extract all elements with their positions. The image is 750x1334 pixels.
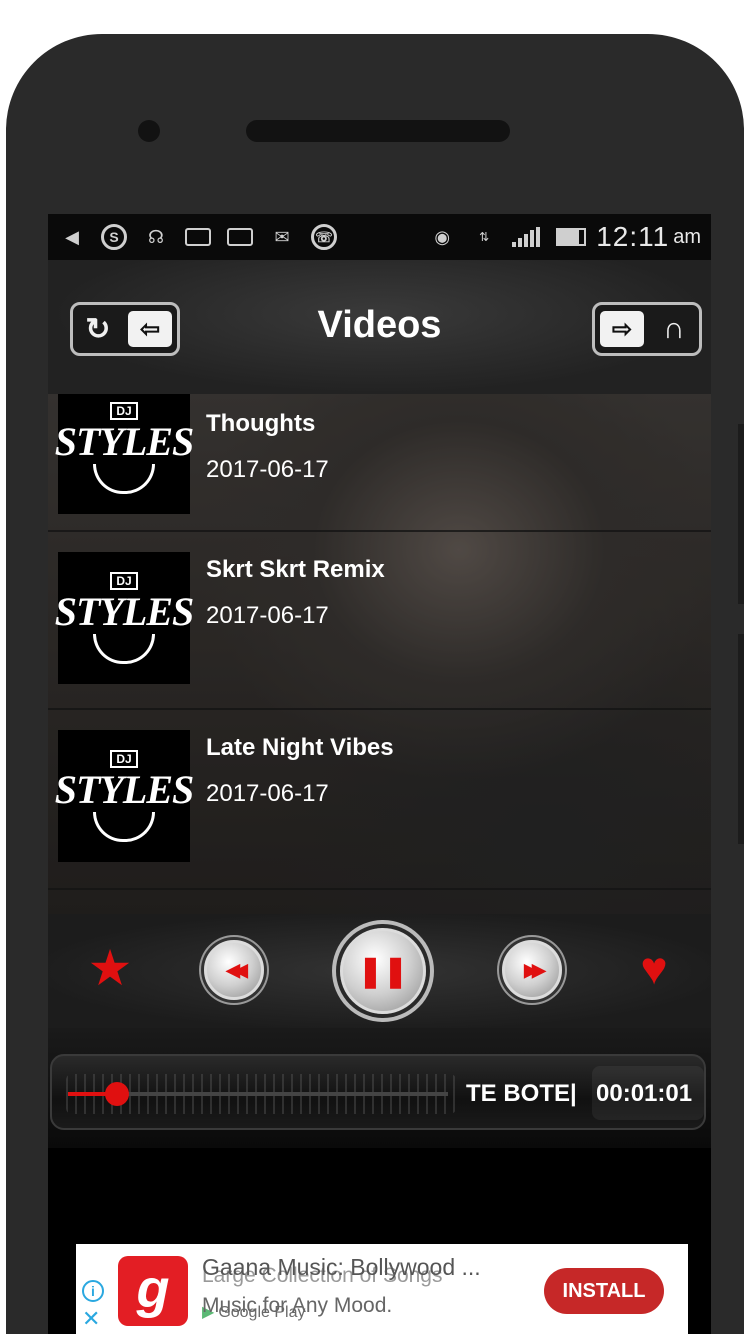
thumbnail-badge: DJ — [110, 402, 138, 420]
rewind-icon: ◀◀ — [226, 959, 248, 980]
phone-frame: ◀ S ☊ ✉ ☏ ◉ ⇅ 12:11 am ↻ ⇦ Videos ⇨ ∩ DJ… — [6, 34, 744, 1334]
elapsed-time: 00:01:01 — [596, 1080, 693, 1107]
status-ampm: am — [673, 225, 701, 248]
gmail-icon: ✉ — [274, 226, 290, 247]
divider — [48, 708, 711, 710]
video-thumbnail: DJ STYLES — [54, 394, 194, 514]
star-icon[interactable]: ★ — [86, 943, 134, 993]
ad-banner[interactable]: i ✕ g Large Collection of Songs Gaana Mu… — [76, 1244, 688, 1334]
now-playing-bar: TE BOTE| 00:01:01 — [48, 1028, 711, 1148]
whatsapp-icon: ☏ — [310, 224, 338, 250]
list-item[interactable]: DJ STYLES Skrt Skrt Remix 2017-06-17 — [48, 552, 711, 712]
video-title: Thoughts — [206, 410, 316, 437]
vinyl-icon — [93, 812, 155, 842]
video-date: 2017-06-17 — [206, 456, 329, 483]
headset-icon: ☊ — [148, 226, 164, 247]
vinyl-icon — [93, 634, 155, 664]
skype-icon: S — [100, 224, 128, 250]
divider — [48, 530, 711, 532]
pause-button[interactable]: ❚❚ — [340, 928, 426, 1014]
power-button — [738, 634, 744, 844]
keyboard-icon — [226, 225, 254, 249]
list-item[interactable]: DJ STYLES Late Night Vibes 2017-06-17 — [48, 730, 711, 890]
fast-forward-button[interactable]: ▶▶ — [502, 940, 562, 1000]
front-camera — [138, 120, 160, 142]
playback-controls: ★ ◀◀ ❚❚ ▶▶ ♥ — [48, 914, 711, 1028]
install-button[interactable]: INSTALL — [544, 1268, 664, 1314]
fast-forward-icon: ▶▶ — [524, 959, 546, 980]
thumbnail-badge: DJ — [110, 572, 138, 590]
thumbnail-logo-text: STYLES — [54, 767, 194, 812]
headphones-icon[interactable]: ∩ — [654, 309, 694, 349]
signal-strength-icon — [512, 227, 541, 247]
video-title: Late Night Vibes — [206, 734, 394, 761]
earpiece-speaker — [246, 120, 510, 142]
seek-handle[interactable] — [105, 1082, 129, 1106]
app-screen: ◀ S ☊ ✉ ☏ ◉ ⇅ 12:11 am ↻ ⇦ Videos ⇨ ∩ DJ… — [48, 214, 711, 1334]
battery-icon — [556, 228, 587, 246]
thumbnail-badge: DJ — [110, 750, 138, 768]
ad-description: Music for Any Mood. — [202, 1294, 393, 1317]
video-thumbnail: DJ STYLES — [54, 730, 194, 862]
hotspot-icon: ◉ — [434, 226, 451, 247]
rewind-button[interactable]: ◀◀ — [204, 940, 264, 1000]
tag-icon: ◀ — [65, 226, 79, 247]
video-date: 2017-06-17 — [206, 602, 329, 629]
status-bar: ◀ S ☊ ✉ ☏ ◉ ⇅ 12:11 am — [48, 214, 711, 260]
header-right-controls: ⇨ ∩ — [592, 302, 702, 356]
divider — [48, 888, 711, 890]
heart-icon[interactable]: ♥ — [630, 944, 678, 992]
thumbnail-logo-text: STYLES — [54, 419, 194, 464]
ad-area: i ✕ g Large Collection of Songs Gaana Mu… — [48, 1148, 711, 1334]
volume-button — [738, 424, 744, 604]
forward-arrow-icon[interactable]: ⇨ — [600, 311, 644, 347]
status-clock: 12:11 — [596, 221, 670, 252]
video-title: Skrt Skrt Remix — [206, 556, 385, 583]
track-marquee: TE BOTE| — [466, 1080, 577, 1107]
data-arrows-icon: ⇅ — [479, 230, 490, 244]
video-thumbnail: DJ STYLES — [54, 552, 194, 684]
video-list: DJ STYLES Thoughts 2017-06-17 DJ STYLES … — [48, 394, 711, 914]
list-item[interactable]: DJ STYLES Thoughts 2017-06-17 — [48, 394, 711, 542]
close-icon[interactable]: ✕ — [82, 1308, 100, 1330]
thumbnail-logo-text: STYLES — [54, 589, 194, 634]
app-header: ↻ ⇦ Videos ⇨ ∩ — [48, 260, 711, 394]
pause-icon: ❚❚ — [357, 954, 409, 988]
video-date: 2017-06-17 — [206, 780, 329, 807]
ad-info-icon[interactable]: i — [82, 1280, 104, 1302]
vinyl-icon — [93, 464, 155, 494]
chat-icon — [184, 225, 212, 249]
app-icon: g — [118, 1256, 188, 1326]
ad-title: Gaana Music: Bollywood ... — [202, 1254, 481, 1280]
progress-panel: TE BOTE| 00:01:01 — [50, 1054, 706, 1130]
